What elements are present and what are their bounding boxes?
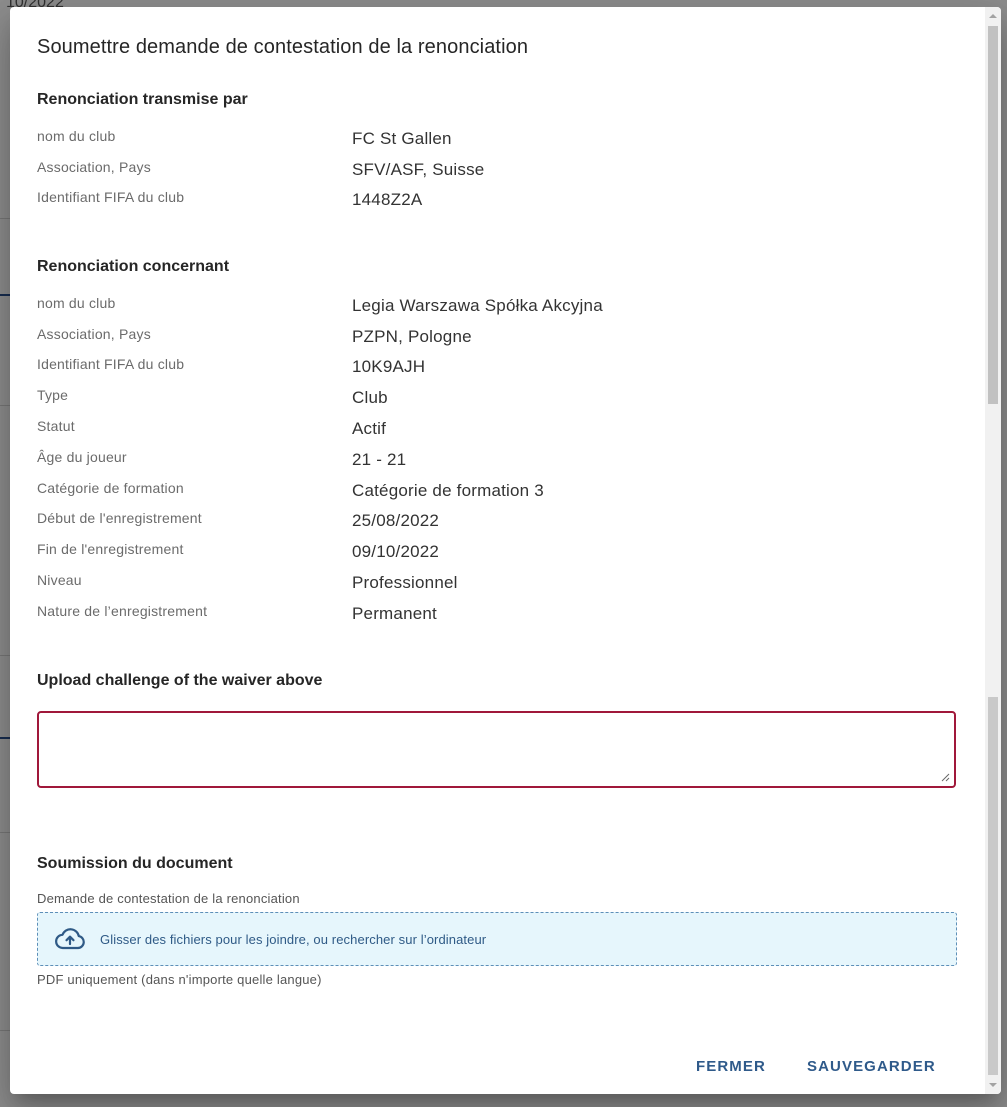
detail-value: PZPN, Pologne <box>352 327 472 346</box>
scrollbar-thumb[interactable] <box>988 26 998 404</box>
document-heading: Soumission du document <box>37 855 233 872</box>
detail-value: Professionnel <box>352 573 458 592</box>
detail-value: 1448Z2A <box>352 190 423 209</box>
detail-label: nom du club <box>37 128 116 144</box>
detail-label: Fin de l'enregistrement <box>37 541 184 557</box>
save-button[interactable]: SAUVEGARDER <box>807 1054 936 1078</box>
detail-row: Fin de l'enregistrement 09/10/2022 <box>37 541 957 563</box>
detail-label: Âge du joueur <box>37 449 127 465</box>
concerning-heading: Renonciation concernant <box>37 258 230 275</box>
detail-value: FC St Gallen <box>352 129 452 148</box>
detail-value: SFV/ASF, Suisse <box>352 160 485 179</box>
detail-row: nom du club FC St Gallen <box>37 128 957 150</box>
detail-label: Association, Pays <box>37 326 151 342</box>
detail-row: Niveau Professionnel <box>37 572 957 594</box>
detail-row: Type Club <box>37 387 957 409</box>
detail-label: Début de l'enregistrement <box>37 510 202 526</box>
detail-label: Catégorie de formation <box>37 480 184 496</box>
detail-row: Association, Pays SFV/ASF, Suisse <box>37 159 957 181</box>
transmitted-by-heading: Renonciation transmise par <box>37 91 248 108</box>
detail-row: Nature de l’enregistrement Permanent <box>37 603 957 625</box>
detail-row: Âge du joueur 21 - 21 <box>37 449 957 471</box>
close-button[interactable]: FERMER <box>696 1054 766 1078</box>
dropzone-text[interactable]: Glisser des fichiers pour les joindre, o… <box>100 932 486 947</box>
upload-hint: PDF uniquement (dans n'importe quelle la… <box>37 972 322 987</box>
detail-value: Actif <box>352 419 387 438</box>
scrollbar-track[interactable] <box>988 697 998 1075</box>
detail-row: Identifiant FIFA du club 1448Z2A <box>37 189 957 211</box>
detail-row: nom du club Legia Warszawa Spółka Akcyjn… <box>37 295 957 317</box>
detail-label: Nature de l’enregistrement <box>37 603 208 619</box>
challenge-textarea[interactable] <box>37 711 956 788</box>
detail-row: Catégorie de formation Catégorie de form… <box>37 480 957 502</box>
detail-label: Identifiant FIFA du club <box>37 356 185 372</box>
detail-label: Niveau <box>37 572 82 588</box>
scroll-up-arrow-icon[interactable] <box>989 12 997 20</box>
detail-row: Association, Pays PZPN, Pologne <box>37 326 957 348</box>
detail-label: Association, Pays <box>37 159 151 175</box>
detail-label: Type <box>37 387 69 403</box>
detail-label: Identifiant FIFA du club <box>37 189 185 205</box>
detail-value: Legia Warszawa Spółka Akcyjna <box>352 296 603 315</box>
dialog-title: Soumettre demande de contestation de la … <box>37 36 529 58</box>
detail-value: 25/08/2022 <box>352 511 440 530</box>
detail-row: Début de l'enregistrement 25/08/2022 <box>37 510 957 532</box>
detail-row: Statut Actif <box>37 418 957 440</box>
detail-value: Catégorie de formation 3 <box>352 481 544 500</box>
detail-row: Identifiant FIFA du club 10K9AJH <box>37 356 957 378</box>
detail-value: Club <box>352 388 388 407</box>
resize-grip-icon[interactable] <box>940 772 950 782</box>
cloud-upload-icon <box>55 928 85 950</box>
vertical-scrollbar[interactable] <box>985 7 1001 1094</box>
detail-label: Statut <box>37 418 75 434</box>
detail-value: Permanent <box>352 604 437 623</box>
detail-value: 21 - 21 <box>352 450 407 469</box>
detail-label: nom du club <box>37 295 116 311</box>
file-dropzone[interactable]: Glisser des fichiers pour les joindre, o… <box>37 912 957 966</box>
contest-waiver-dialog: Soumettre demande de contestation de la … <box>10 7 1001 1094</box>
dialog-content: Soumettre demande de contestation de la … <box>10 7 985 1094</box>
upload-field-label: Demande de contestation de la renonciati… <box>37 891 300 906</box>
challenge-heading: Upload challenge of the waiver above <box>37 672 323 689</box>
detail-value: 10K9AJH <box>352 357 426 376</box>
detail-value: 09/10/2022 <box>352 542 440 561</box>
scroll-down-arrow-icon[interactable] <box>989 1081 997 1089</box>
